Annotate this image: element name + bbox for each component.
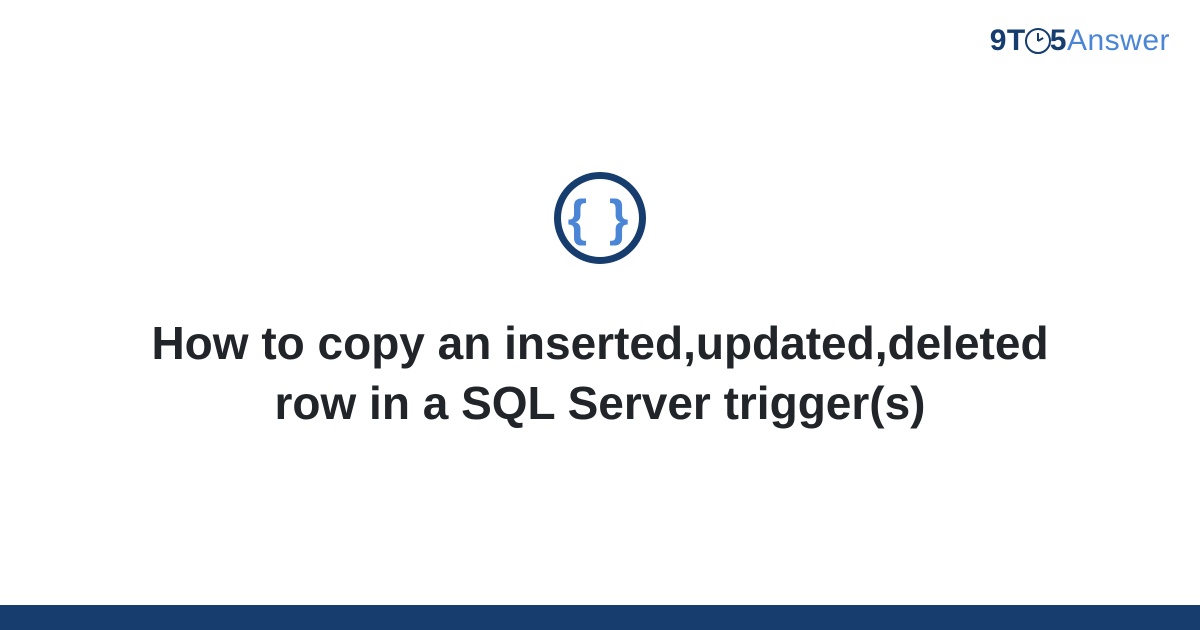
question-title: How to copy an inserted,updated,deleted … <box>140 314 1060 434</box>
topic-icon-circle: { } <box>554 172 646 264</box>
main-content: { } How to copy an inserted,updated,dele… <box>0 0 1200 605</box>
code-braces-icon: { } <box>568 193 633 243</box>
footer-bar <box>0 605 1200 630</box>
